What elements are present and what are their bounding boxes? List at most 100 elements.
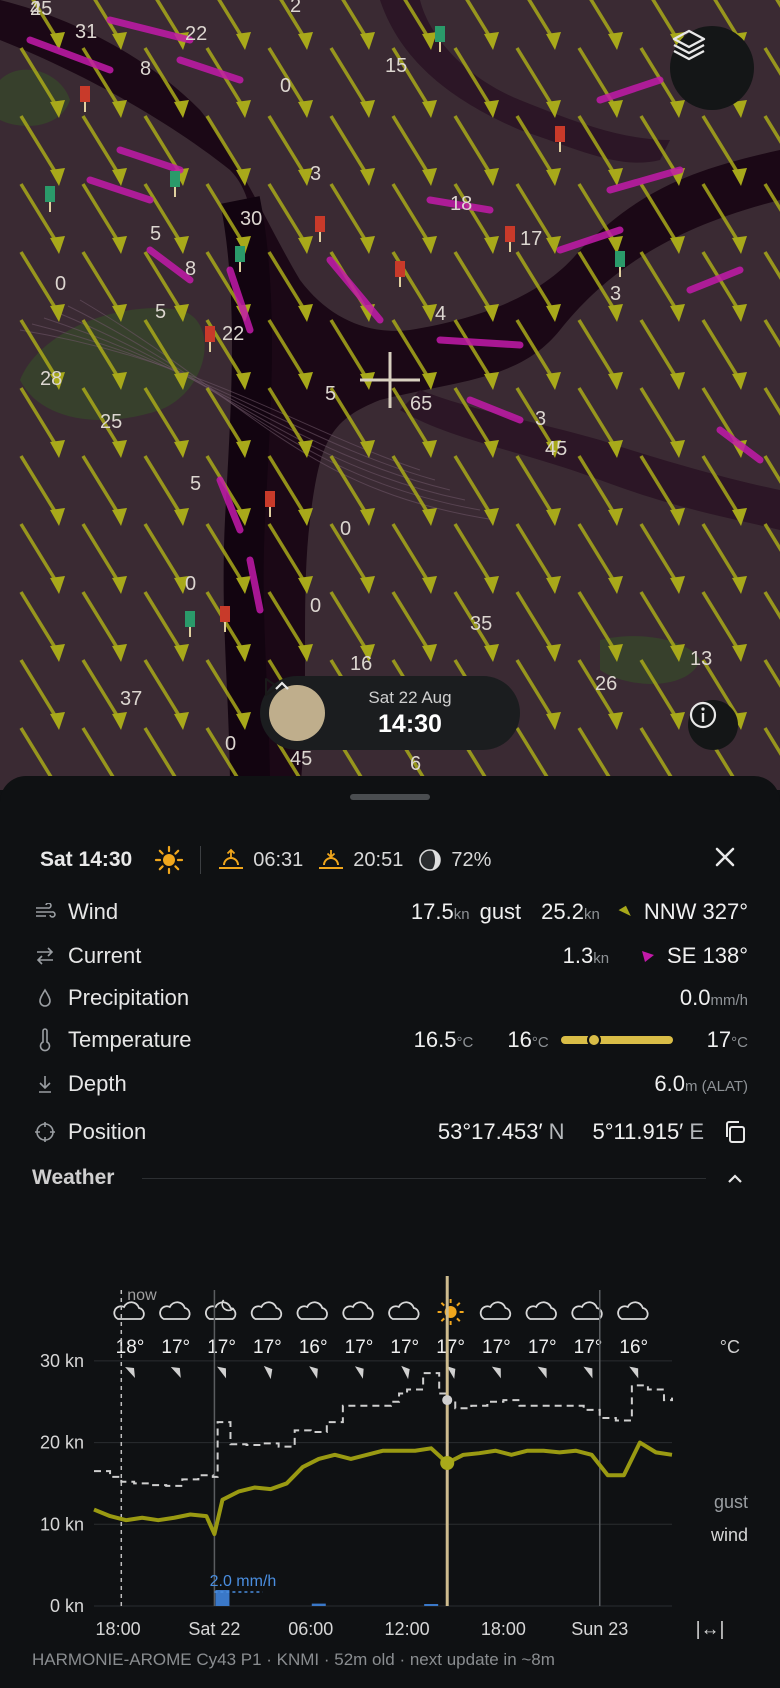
timebar-time: 14:30 bbox=[378, 709, 442, 738]
x-tick-label: 12:00 bbox=[385, 1619, 430, 1639]
depth-label: 4 bbox=[435, 303, 446, 325]
legend-wind: wind bbox=[710, 1525, 748, 1545]
depth-label: 15 bbox=[385, 55, 407, 77]
depth-label: 0 bbox=[55, 273, 66, 295]
chevron-up-icon[interactable] bbox=[272, 676, 292, 696]
y-tick-label: 10 kn bbox=[40, 1514, 84, 1534]
forecast-temperature: 18° bbox=[116, 1337, 145, 1358]
precipitation-bar bbox=[311, 1603, 326, 1606]
wind-cursor-point bbox=[440, 1456, 455, 1470]
forecast-temperature: 17° bbox=[574, 1337, 603, 1358]
info-button[interactable] bbox=[688, 700, 738, 750]
temperature-unit-label: °C bbox=[720, 1337, 740, 1357]
cloud-icon bbox=[113, 1301, 145, 1320]
forecast-temperature: 17° bbox=[161, 1337, 190, 1358]
forecast-temperature: 16° bbox=[299, 1337, 328, 1358]
depth-label: 3 bbox=[610, 283, 621, 305]
cloud-icon bbox=[250, 1301, 283, 1320]
now-label: now bbox=[127, 1287, 157, 1304]
depth-label: 65 bbox=[410, 393, 432, 415]
depth-label: 16 bbox=[350, 653, 372, 675]
gust-series-line bbox=[94, 1372, 673, 1487]
forecast-temperature: 17° bbox=[390, 1337, 419, 1358]
detail-panel: Sat 14:30 06:31 20:51 72% Wind 17.5 kn g… bbox=[0, 776, 780, 1688]
depth-label: 0 bbox=[340, 518, 351, 540]
time-scrubber[interactable]: Sat 22 Aug 14:30 bbox=[260, 676, 520, 750]
depth-label: 35 bbox=[470, 613, 492, 635]
depth-label: 31 bbox=[75, 21, 97, 43]
wind-direction-icon bbox=[537, 1366, 547, 1379]
depth-label: 25 bbox=[30, 0, 52, 20]
depth-label: 0 bbox=[225, 733, 236, 755]
y-tick-label: 30 kn bbox=[40, 1351, 84, 1371]
layers-button[interactable] bbox=[670, 26, 754, 110]
depth-label: 5 bbox=[190, 473, 201, 495]
legend-gust: gust bbox=[714, 1492, 748, 1512]
wind-direction-icon bbox=[401, 1365, 410, 1380]
expand-time-button: |↔| bbox=[696, 1619, 725, 1640]
info-icon bbox=[689, 701, 717, 729]
depth-label: 5 bbox=[325, 383, 336, 405]
wind-direction-icon bbox=[491, 1366, 501, 1379]
forecast-temperature: 17° bbox=[345, 1337, 374, 1358]
depth-label: 30 bbox=[240, 208, 262, 230]
y-tick-label: 0 kn bbox=[50, 1596, 84, 1616]
forecast-temperature: 17° bbox=[207, 1337, 236, 1358]
weather-forecast-chart[interactable]: 18° 17° 17° 17° 16° 17° 17° 17° 17° 17° 17° 16° °C 30… bbox=[0, 776, 780, 1656]
x-tick-label: Sat 22 bbox=[188, 1619, 240, 1639]
cloud-icon bbox=[388, 1301, 420, 1320]
channel-area bbox=[220, 196, 272, 790]
depth-label: 0 bbox=[310, 595, 321, 617]
depth-label: 8 bbox=[140, 58, 151, 80]
wind-series-line bbox=[93, 1440, 673, 1537]
model-info: HARMONIE-AROME Cy43 P1 · KNMI · 52m old … bbox=[32, 1650, 555, 1669]
wind-direction-icon bbox=[309, 1366, 318, 1379]
depth-label: 37 bbox=[120, 688, 142, 710]
depth-label: 2 bbox=[290, 0, 301, 17]
depth-label: 5 bbox=[155, 301, 166, 323]
forecast-temperature: 17° bbox=[253, 1337, 282, 1358]
depth-label: 6 bbox=[410, 753, 421, 775]
depth-label: 25 bbox=[100, 411, 122, 433]
x-tick-label: Sun 23 bbox=[571, 1619, 628, 1639]
cloud-icon bbox=[571, 1301, 603, 1320]
cloud-icon bbox=[296, 1301, 328, 1320]
wind-direction-icon bbox=[125, 1367, 135, 1378]
timebar-date: Sat 22 Aug bbox=[368, 687, 452, 707]
cloud-icon bbox=[479, 1301, 512, 1320]
precipitation-annotation: 2.0 mm/h bbox=[210, 1573, 277, 1590]
current-arrow bbox=[436, 336, 524, 349]
depth-label: 8 bbox=[185, 258, 196, 280]
layers-icon bbox=[672, 29, 706, 61]
chart-map: 431 2228015330181758450282522655345500351… bbox=[0, 0, 780, 790]
wind-direction-icon bbox=[263, 1365, 273, 1380]
sun-icon bbox=[437, 1299, 464, 1325]
depth-label: 22 bbox=[222, 323, 244, 345]
wind-direction-icon bbox=[629, 1366, 639, 1379]
partly-cloudy-night-icon bbox=[205, 1299, 237, 1320]
wind-direction-icon bbox=[583, 1366, 593, 1379]
gust-cursor-point bbox=[442, 1395, 453, 1406]
depth-label: 0 bbox=[185, 573, 196, 595]
depth-label: 3 bbox=[535, 408, 546, 430]
depth-label: 22 bbox=[185, 23, 207, 45]
depth-label: 13 bbox=[690, 648, 712, 670]
cloud-icon bbox=[342, 1301, 374, 1320]
depth-label: 0 bbox=[280, 75, 291, 97]
depth-label: 17 bbox=[520, 228, 542, 250]
depth-label: 45 bbox=[290, 748, 312, 770]
forecast-temperature: 17° bbox=[482, 1337, 511, 1358]
precipitation-bar bbox=[424, 1604, 439, 1606]
cloud-icon bbox=[159, 1301, 191, 1320]
wind-direction-icon bbox=[217, 1366, 227, 1379]
depth-label: 3 bbox=[310, 163, 321, 185]
depth-label: 5 bbox=[150, 223, 161, 245]
cloud-icon bbox=[617, 1301, 649, 1320]
depth-label: 18 bbox=[450, 193, 472, 215]
x-tick-label: 18:00 bbox=[481, 1619, 526, 1639]
depth-label: 26 bbox=[595, 673, 617, 695]
depth-label: 28 bbox=[40, 368, 62, 390]
cloud-icon bbox=[525, 1301, 557, 1320]
map-view[interactable]: 4 31 22 2 8 0 15 3 30 18 17 5 8 4 5 0 28 25 22 65 5 3 45 5 0 0 35 1… bbox=[0, 0, 780, 790]
depth-label: 45 bbox=[545, 438, 567, 460]
